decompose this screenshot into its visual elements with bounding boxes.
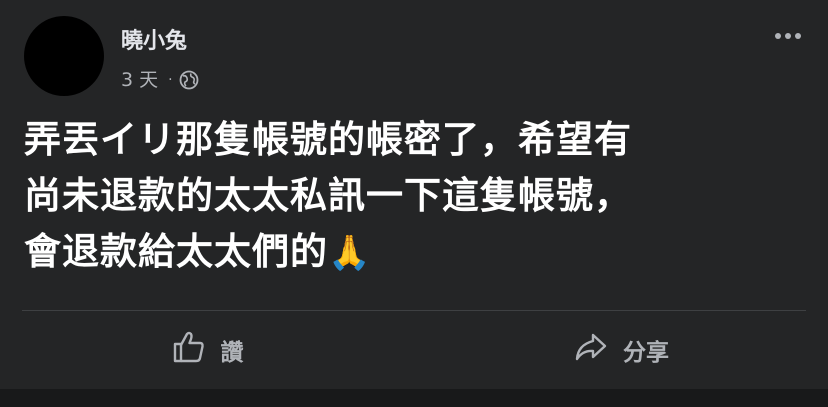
- thumbs-up-icon: [171, 329, 207, 371]
- post-text-line: 弄丟イリ那隻帳號的帳密了，希望有: [24, 118, 632, 161]
- meta-separator: ·: [168, 72, 173, 88]
- post-meta: 3 天 ·: [121, 68, 199, 92]
- post-text-segment: 會退款給太太們的: [24, 230, 328, 273]
- post-card: 曉小兔 3 天 · 弄丟イリ那隻帳號的帳密了，希望有 尚未退款的太太私訊一下這隻…: [0, 0, 828, 407]
- avatar[interactable]: [24, 16, 104, 96]
- like-label: 讚: [220, 340, 244, 366]
- post-text-line: 會退款給太太們的🙏: [24, 224, 814, 281]
- share-label: 分享: [623, 340, 669, 366]
- globe-icon[interactable]: [179, 70, 199, 90]
- praying-hands-emoji: 🙏: [328, 233, 372, 273]
- post-actions: 讚 分享: [0, 311, 828, 389]
- like-button[interactable]: 讚: [0, 311, 414, 389]
- post-content: 弄丟イリ那隻帳號的帳密了，希望有 尚未退款的太太私訊一下這隻帳號， 會退款給太太…: [24, 112, 814, 281]
- share-arrow-icon: [573, 329, 609, 371]
- post-text-line: 尚未退款的太太私訊一下這隻帳號，: [24, 174, 632, 217]
- feed-separator: [0, 389, 828, 407]
- post-timestamp[interactable]: 3 天: [121, 68, 158, 92]
- more-options-icon[interactable]: [770, 22, 806, 50]
- share-button[interactable]: 分享: [414, 311, 828, 389]
- author-name[interactable]: 曉小兔: [121, 28, 187, 56]
